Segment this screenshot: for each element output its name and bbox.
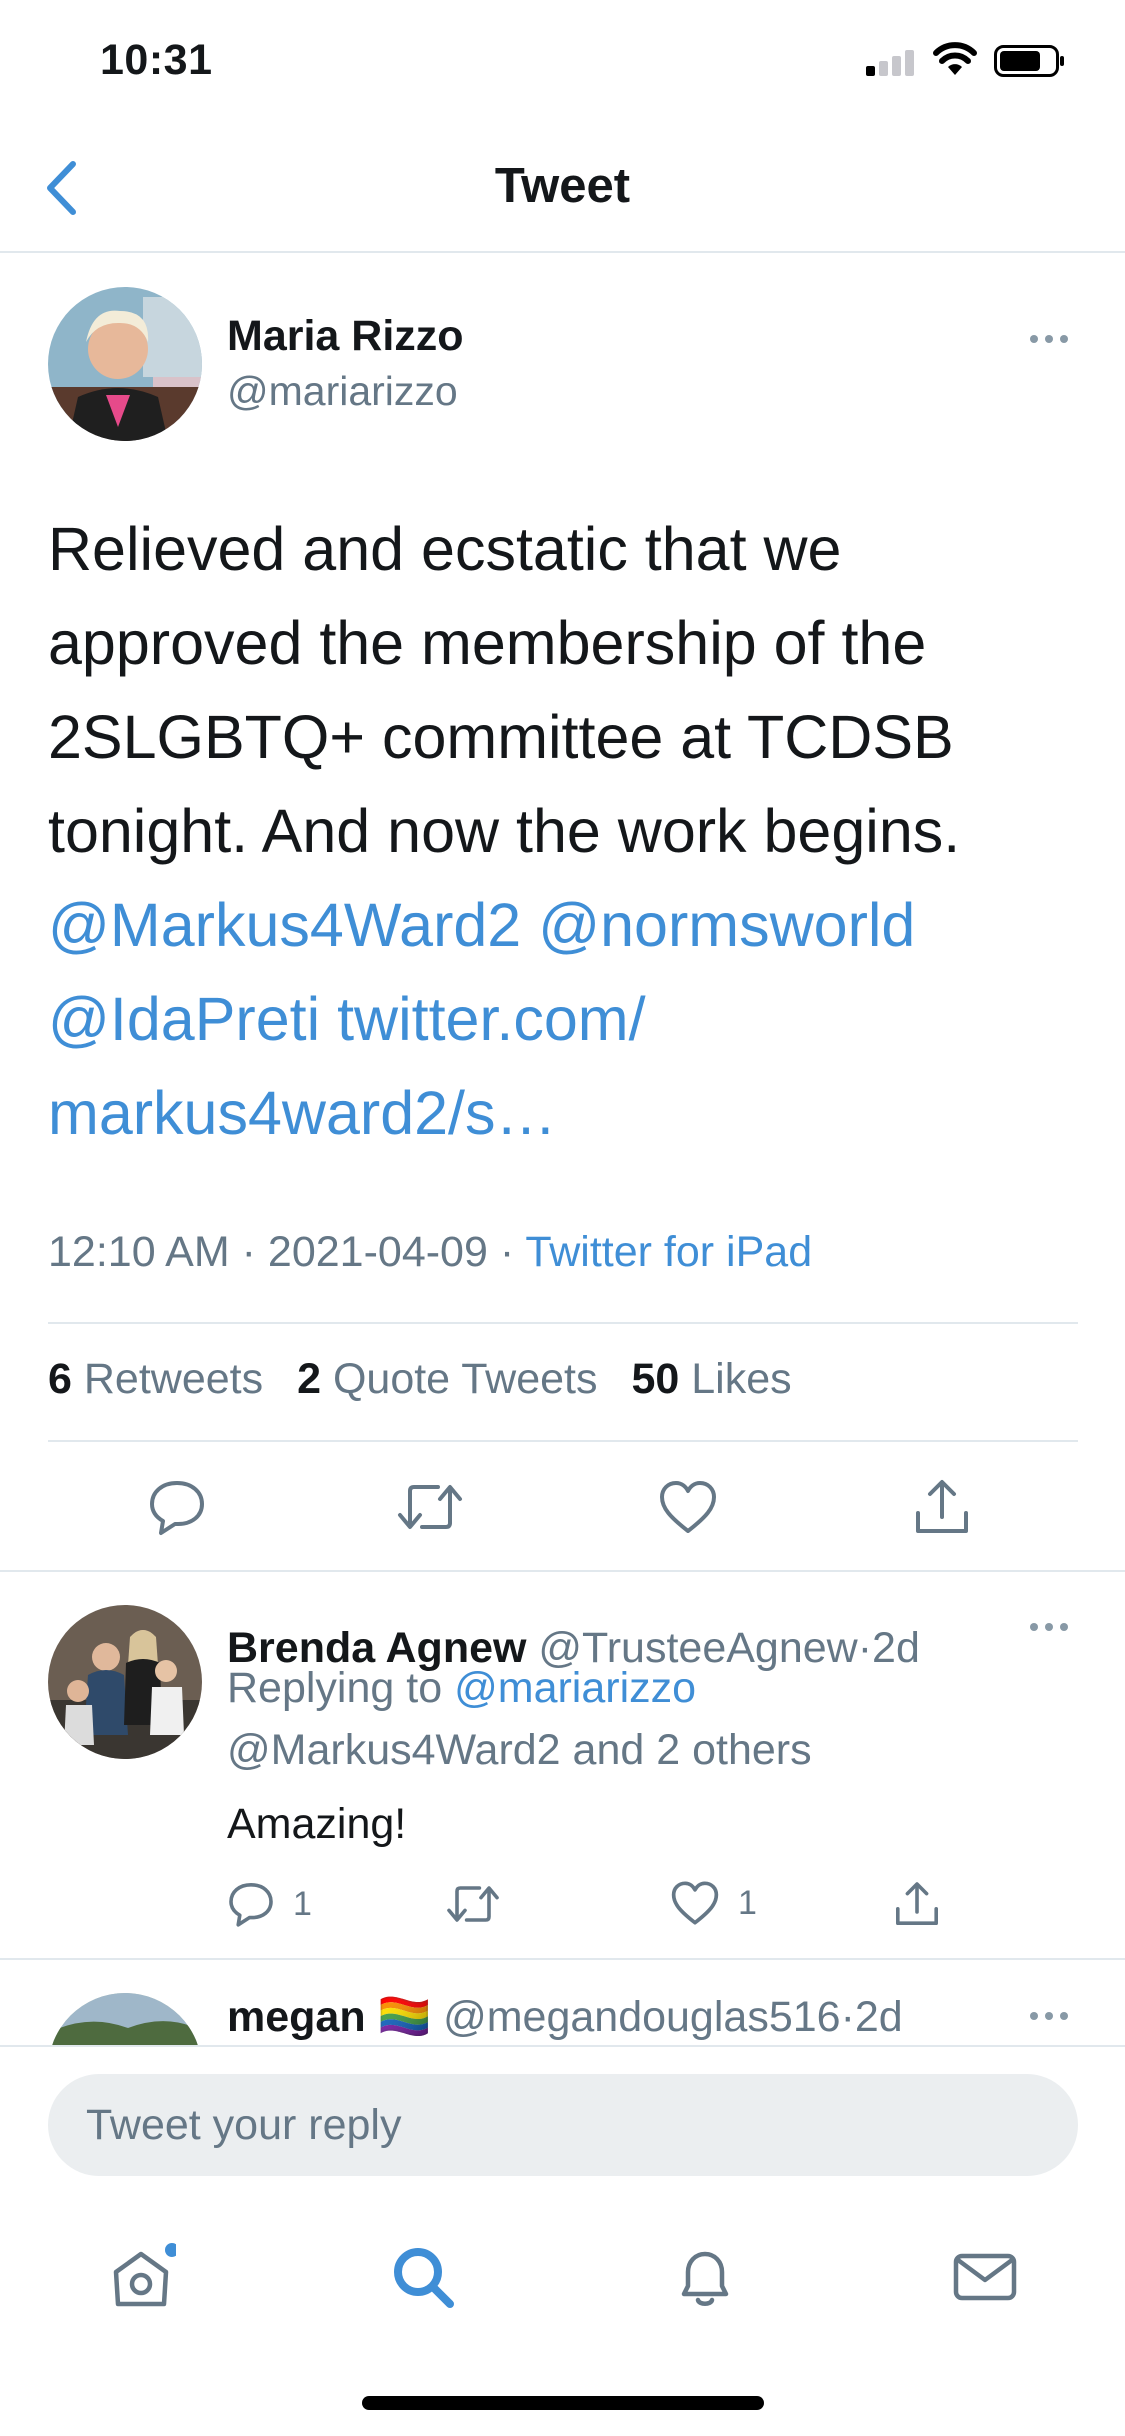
tweet-text-line: Relieved and ecstatic that we <box>48 515 842 583</box>
share-icon <box>916 1480 968 1533</box>
tweet-text-line: 2SLGBTQ+ committee at TCDSB <box>48 703 954 771</box>
home-icon <box>113 2243 176 2307</box>
cellular-signal-icon <box>866 50 916 76</box>
reply-share-button[interactable] <box>893 1880 941 1928</box>
notifications-icon <box>681 2251 729 2306</box>
divider <box>0 1570 1125 1572</box>
reply-count: 1 <box>293 1884 312 1923</box>
tweet-text: Relieved and ecstatic that we approved t… <box>48 502 1088 1160</box>
like-button[interactable] <box>651 1470 725 1544</box>
url-link[interactable]: markus4ward2/s… <box>48 1079 557 1147</box>
meta-separator: · <box>241 1228 256 1276</box>
more-icon[interactable] <box>1030 1623 1068 1631</box>
like-count: 1 <box>738 1883 757 1922</box>
reply-button[interactable] <box>140 1470 214 1544</box>
retweets-stat[interactable]: 6 Retweets <box>48 1355 263 1403</box>
retweet-icon <box>447 1886 499 1922</box>
replying-to-others-link[interactable]: @Markus4Ward2 and 2 others <box>227 1726 812 1775</box>
status-time: 10:31 <box>100 36 213 84</box>
tweet-text-line: tonight. And now the work begins. <box>48 797 961 865</box>
meta-separator: · <box>857 1624 873 1672</box>
messages-icon <box>953 2253 1017 2301</box>
bottom-bar <box>0 2045 1125 2436</box>
author-avatar[interactable] <box>48 287 202 441</box>
reply-reply-button[interactable]: 1 <box>227 1880 312 1928</box>
share-button[interactable] <box>905 1470 979 1544</box>
navigation-bar: Tweet <box>0 128 1125 253</box>
home-indicator <box>362 2396 764 2410</box>
more-icon[interactable] <box>1030 335 1068 343</box>
author-handle[interactable]: @mariarizzo <box>227 368 458 415</box>
tab-notifications[interactable] <box>660 2232 750 2322</box>
likes-stat[interactable]: 50 Likes <box>631 1355 791 1403</box>
tweet-meta: 12:10 AM · 2021-04-09 · Twitter for iPad <box>48 1228 812 1277</box>
like-icon <box>660 1481 716 1533</box>
replying-to-prefix: Replying to <box>227 1664 443 1712</box>
reply-header: megan 🏳️‍🌈 @megandouglas516·2d <box>227 1992 903 2042</box>
mention-link[interactable]: @IdaPreti <box>48 985 320 1053</box>
reply-avatar[interactable] <box>48 1605 202 1759</box>
reply-text: Amazing! <box>227 1800 407 1848</box>
reply-like-button[interactable]: 1 <box>670 1880 757 1926</box>
wifi-icon <box>933 42 977 76</box>
tweet-source-link[interactable]: Twitter for iPad <box>525 1228 812 1276</box>
reply-author-handle[interactable]: @megandouglas516 <box>443 1993 841 2041</box>
url-link[interactable]: twitter.com/ <box>337 985 645 1053</box>
mention-link[interactable]: @normsworld <box>538 891 915 959</box>
reply-retweet-button[interactable] <box>445 1880 501 1928</box>
divider <box>48 1440 1078 1442</box>
author-name[interactable]: Maria Rizzo <box>227 312 464 361</box>
retweet-button[interactable] <box>393 1470 467 1544</box>
pride-flag-emoji: 🏳️‍🌈 <box>377 1993 432 2041</box>
reply-icon <box>150 1481 204 1535</box>
reply-input[interactable] <box>48 2074 1078 2176</box>
tweet-date: 2021-04-09 <box>267 1228 488 1276</box>
share-icon <box>896 1882 938 1925</box>
mention-link[interactable]: @Markus4Ward2 <box>48 891 521 959</box>
tweet-text-line: approved the membership of the <box>48 609 927 677</box>
replying-to-link[interactable]: @mariarizzo <box>454 1664 696 1712</box>
reply-icon <box>229 1883 273 1927</box>
reply-age: 2d <box>872 1624 920 1672</box>
search-icon <box>394 2248 454 2308</box>
like-icon <box>671 1881 719 1925</box>
tweet-stats: 6 Retweets 2 Quote Tweets 50 Likes <box>48 1355 792 1404</box>
retweet-icon <box>398 1485 462 1529</box>
quote-tweets-stat[interactable]: 2 Quote Tweets <box>297 1355 597 1403</box>
meta-separator: · <box>499 1228 515 1276</box>
battery-icon <box>994 45 1066 77</box>
tab-home[interactable] <box>96 2232 186 2322</box>
reply-author-name[interactable]: megan <box>227 1993 366 2041</box>
divider <box>48 1322 1078 1324</box>
more-icon[interactable] <box>1030 2012 1068 2020</box>
meta-separator: · <box>840 1993 855 2041</box>
status-bar: 10:31 <box>0 0 1125 128</box>
page-title: Tweet <box>494 159 631 213</box>
replying-to: Replying to @mariarizzo <box>227 1664 696 1713</box>
tab-search[interactable] <box>378 2232 468 2322</box>
reply-age: 2d <box>854 1993 903 2041</box>
divider <box>0 1958 1125 1960</box>
tab-messages[interactable] <box>940 2232 1030 2322</box>
tweet-time: 12:10 AM <box>48 1228 230 1276</box>
